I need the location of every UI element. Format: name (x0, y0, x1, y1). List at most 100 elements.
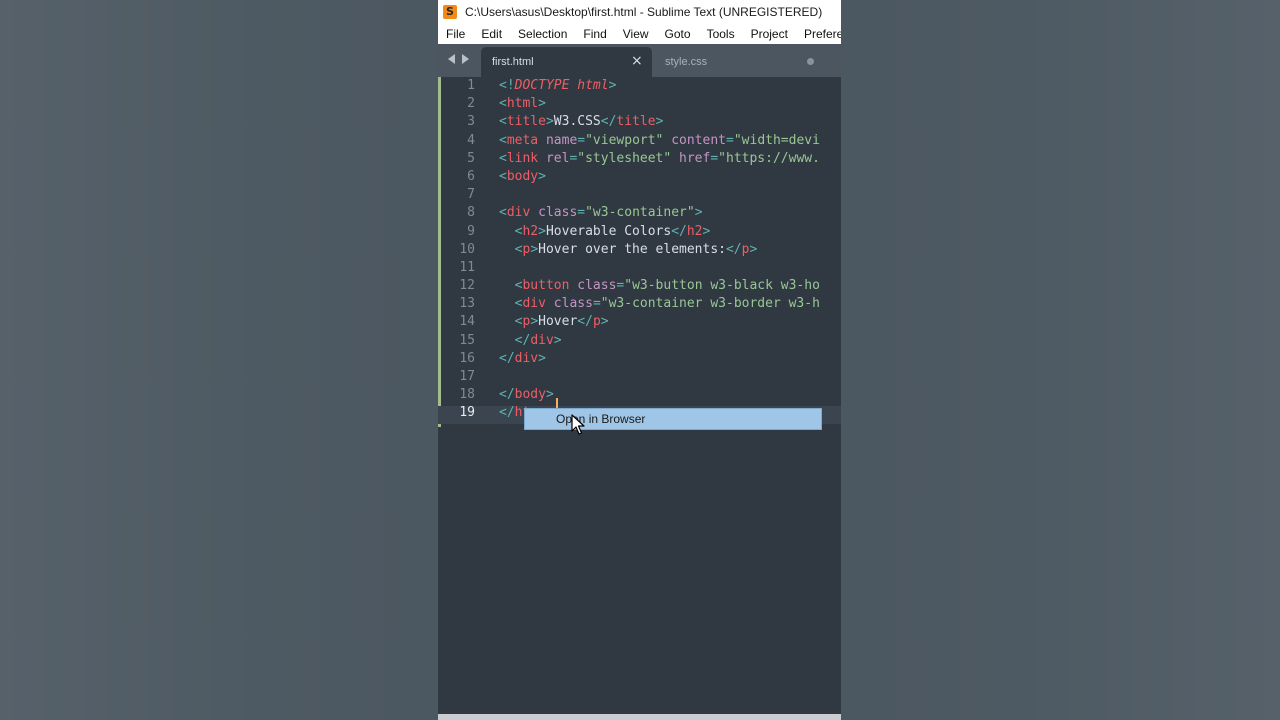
tab-close-icon[interactable]: × (631, 53, 643, 69)
code-token: > (749, 241, 758, 257)
code-token: </ (514, 332, 531, 348)
line-source: <body> (499, 168, 546, 186)
menu-goto[interactable]: Goto (657, 27, 699, 41)
line-number: 19 (459, 405, 475, 421)
line-number: 7 (467, 187, 475, 203)
code-token: </ (671, 223, 687, 239)
code-token: = (577, 205, 586, 221)
code-token: > (545, 114, 554, 130)
tab-first-html[interactable]: first.html × (481, 47, 652, 77)
sublime-text-window: S C:\Users\asus\Desktop\first.html - Sub… (438, 0, 841, 720)
code-line[interactable]: 15 </div> (438, 332, 841, 350)
menu-view[interactable]: View (615, 27, 657, 41)
code-line[interactable]: 14 <p>Hover</p> (438, 313, 841, 331)
code-line[interactable]: 17 (438, 368, 841, 386)
code-token: <! (499, 78, 515, 93)
code-token: "w3-container" (585, 205, 695, 221)
code-token: content (671, 132, 727, 148)
tab-label: first.html (492, 56, 534, 68)
modified-dot-icon[interactable] (807, 58, 814, 65)
code-token: > (530, 241, 539, 257)
menu-preferences[interactable]: Preferences (796, 27, 841, 41)
code-token: Hover over the elements: (538, 241, 726, 257)
line-source: </div> (499, 332, 562, 350)
line-number: 12 (459, 278, 475, 294)
code-line[interactable]: 4 <meta name="viewport" content="width=de… (438, 132, 841, 150)
tab-style-css[interactable]: style.css (665, 56, 707, 68)
tab-scroll-left-icon[interactable] (448, 54, 455, 64)
line-source: <title>W3.CSS</title> (499, 113, 663, 131)
line-source: <!DOCTYPE html> (499, 77, 616, 95)
code-token: = (710, 150, 719, 166)
code-token: DOCTYPE (514, 78, 570, 93)
code-line[interactable]: 1 <!DOCTYPE html> (438, 77, 841, 95)
code-line[interactable]: 16 </div> (438, 350, 841, 368)
code-token: "https://www. (718, 150, 820, 166)
code-line[interactable]: 8 <div class="w3-container"> (438, 204, 841, 222)
tab-scroll-right-icon[interactable] (462, 54, 469, 64)
code-token: html (506, 96, 539, 112)
code-token: Hoverable Colors (545, 223, 672, 239)
mouse-pointer-icon (571, 414, 585, 435)
menu-bar: File Edit Selection Find View Goto Tools… (438, 23, 841, 44)
code-line[interactable]: 12 <button class="w3-button w3-black w3-… (438, 277, 841, 295)
code-token: < (499, 168, 507, 184)
open-in-browser-menu-item[interactable]: Open in Browser (556, 412, 645, 426)
code-token: < (499, 205, 507, 221)
code-token: "w3-button w3-black w3-ho (624, 278, 820, 294)
code-line[interactable]: 13 <div class="w3-container w3-border w3… (438, 295, 841, 313)
code-token: div (522, 296, 546, 312)
code-token: "viewport" (585, 132, 664, 148)
line-source: <p>Hover</p> (499, 313, 609, 331)
menu-find[interactable]: Find (575, 27, 614, 41)
code-token: class (553, 296, 593, 312)
line-number: 2 (467, 96, 475, 112)
line-number: 11 (459, 259, 475, 275)
tab-bar: first.html × style.css (438, 44, 841, 77)
menu-project[interactable]: Project (743, 27, 796, 41)
line-number: 13 (459, 296, 475, 312)
code-line[interactable]: 18 </body> (438, 386, 841, 404)
code-line[interactable]: 5 <link rel="stylesheet" href="https://ww… (438, 150, 841, 168)
menu-edit[interactable]: Edit (473, 27, 510, 41)
line-source: <h2>Hoverable Colors</h2> (499, 223, 711, 241)
code-editor[interactable]: 1 <!DOCTYPE html> 2 <html> 3 <title>W3.CSS</t… (438, 77, 841, 423)
code-token: > (694, 205, 703, 221)
code-line[interactable]: 10 <p>Hover over the elements:</p> (438, 241, 841, 259)
code-token: h2 (522, 223, 539, 239)
code-line[interactable]: 6 <body> (438, 168, 841, 186)
code-token: > (545, 387, 554, 403)
code-token: > (538, 350, 546, 366)
line-source: <div class="w3-container"> (499, 204, 703, 222)
code-line[interactable]: 3 <title>W3.CSS</title> (438, 113, 841, 131)
code-line[interactable]: 7 (438, 186, 841, 204)
line-number: 3 (467, 114, 475, 130)
menu-tools[interactable]: Tools (699, 27, 743, 41)
line-number: 1 (467, 78, 475, 93)
line-number: 18 (459, 387, 475, 403)
code-token: rel (545, 150, 570, 166)
code-token: "w3-container w3-border w3-h (600, 296, 820, 312)
line-source: <html> (499, 95, 546, 113)
code-line[interactable]: 9 <h2>Hoverable Colors</h2> (438, 223, 841, 241)
code-token: > (702, 223, 711, 239)
code-token: p (592, 314, 601, 330)
line-source: </body> (499, 386, 554, 404)
line-source: <button class="w3-button w3-black w3-ho (499, 277, 820, 295)
code-token: h2 (686, 223, 703, 239)
code-line[interactable]: 2 <html> (438, 95, 841, 113)
menu-selection[interactable]: Selection (510, 27, 575, 41)
code-token: body (514, 387, 546, 403)
code-token: </ (600, 114, 617, 130)
line-number: 8 (467, 205, 475, 221)
title-bar: S C:\Users\asus\Desktop\first.html - Sub… (438, 0, 841, 23)
code-token: </ (577, 314, 593, 330)
code-line[interactable]: 11 (438, 259, 841, 277)
line-number: 4 (467, 132, 475, 148)
menu-file[interactable]: File (438, 27, 473, 41)
